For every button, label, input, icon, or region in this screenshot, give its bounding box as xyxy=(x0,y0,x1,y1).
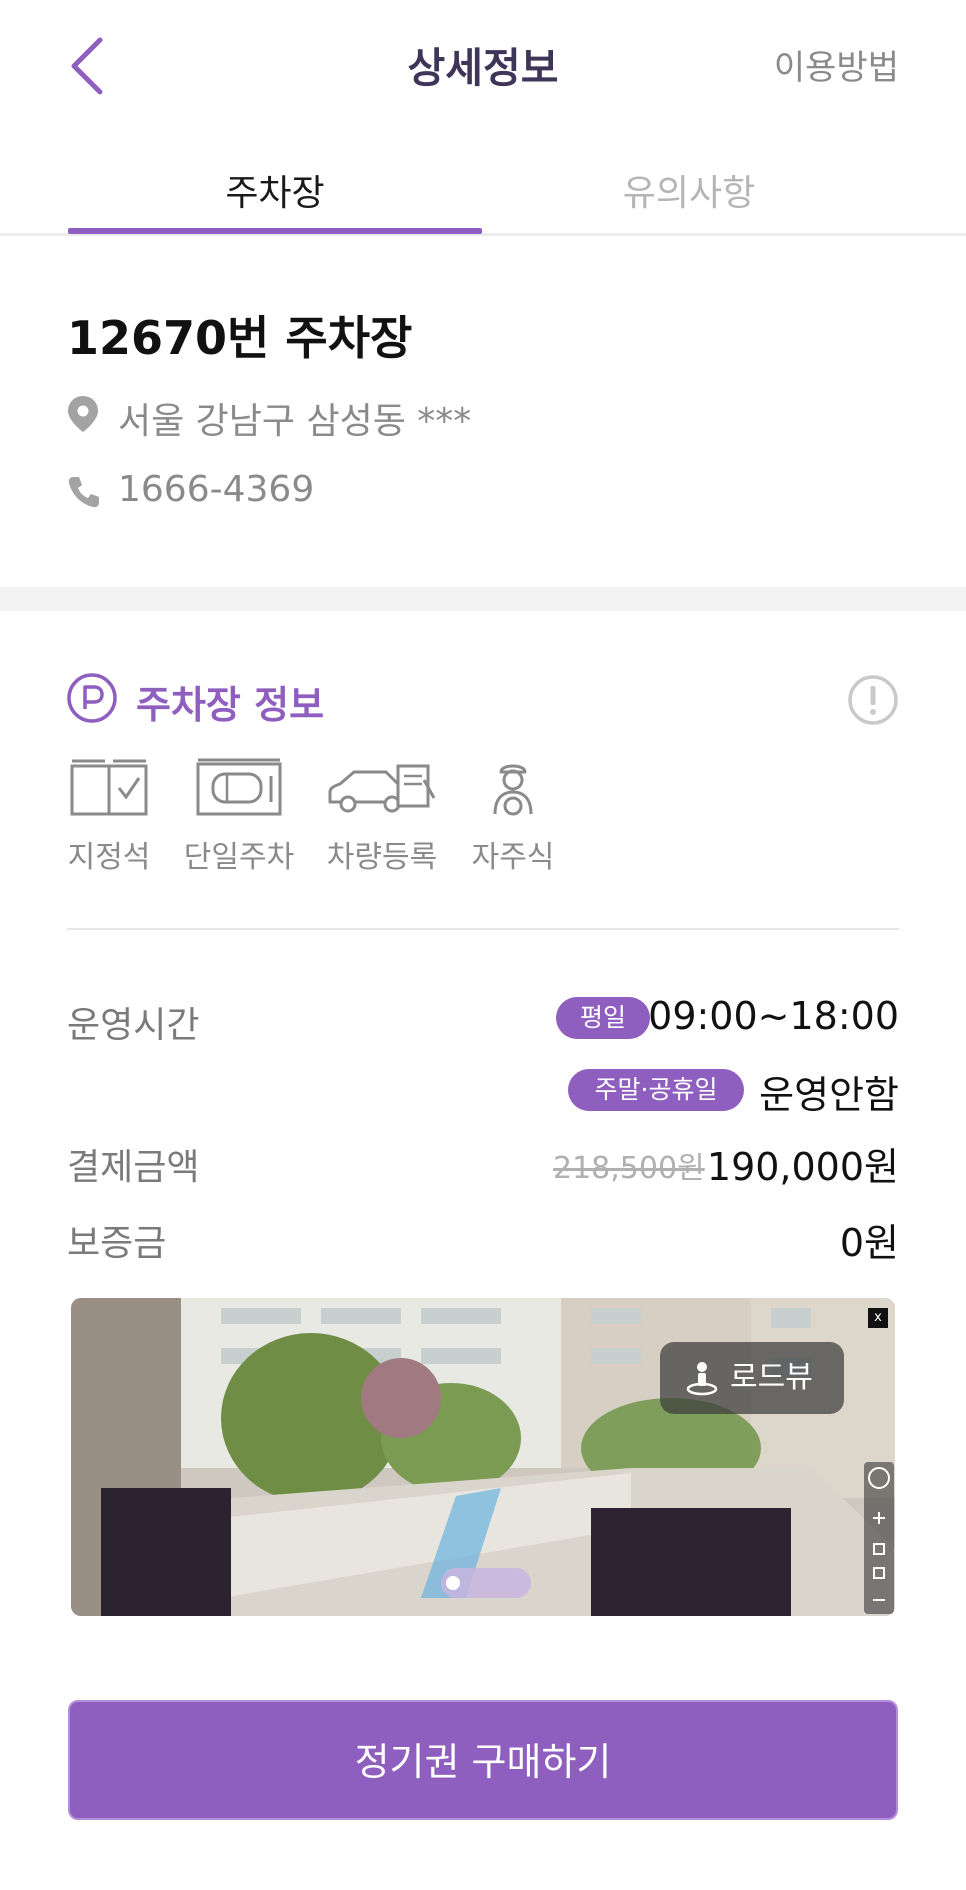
original-price: 218,500원 xyxy=(553,1151,705,1186)
location-pin-icon xyxy=(68,396,98,432)
feature-label: 단일주차 xyxy=(183,840,295,875)
weekday-badge: 평일 xyxy=(556,997,650,1039)
roadview-button[interactable]: 로드뷰 xyxy=(660,1342,844,1414)
operating-hours-label: 운영시간 xyxy=(67,1005,200,1046)
compass-icon xyxy=(868,1467,890,1601)
buy-pass-button[interactable]: 정기권 구매하기 xyxy=(68,1700,898,1820)
reserved-seat-icon xyxy=(70,759,148,816)
section-title: 주차장 정보 xyxy=(136,683,325,727)
active-tab-indicator xyxy=(68,228,482,234)
feature-label: 지정석 xyxy=(67,840,151,875)
parking-lot-name: 12670번 주차장 xyxy=(67,311,413,365)
divider xyxy=(67,928,899,930)
tab-parking-lot[interactable]: 주차장 xyxy=(68,164,482,216)
top-bar: 상세정보 이용방법 xyxy=(0,0,966,125)
section-separator xyxy=(0,587,966,611)
feature-reserved-seat: 지정석 xyxy=(66,758,152,876)
phone-number[interactable]: 1666-4369 xyxy=(118,469,314,510)
parking-p-icon xyxy=(67,673,117,723)
tab-notices[interactable]: 유의사항 xyxy=(482,164,896,216)
self-parking-icon xyxy=(493,764,533,816)
vehicle-registration-icon xyxy=(328,764,436,813)
weekday-hours: 09:00~18:00 xyxy=(648,994,899,1038)
address-text: 서울 강남구 삼성동 *** xyxy=(118,401,472,442)
weekend-hours: 운영안함 xyxy=(759,1073,899,1117)
how-to-use-link[interactable]: 이용방법 xyxy=(774,40,899,89)
single-parking-icon xyxy=(196,758,282,816)
sale-price: 190,000원 xyxy=(706,1145,899,1189)
close-photo-button[interactable]: x xyxy=(868,1308,888,1328)
person-pin-icon xyxy=(686,1362,718,1396)
payment-amount-label: 결제금액 xyxy=(67,1147,200,1188)
deposit-label: 보증금 xyxy=(67,1223,167,1264)
roadview-label: 로드뷰 xyxy=(730,1360,813,1395)
alert-info-icon[interactable] xyxy=(847,674,899,726)
feature-label: 차량등록 xyxy=(326,840,438,875)
feature-label: 자주식 xyxy=(471,840,555,875)
phone-icon xyxy=(68,477,99,508)
weekend-badge: 주말·공휴일 xyxy=(568,1069,744,1111)
map-controls[interactable] xyxy=(864,1462,894,1614)
feature-vehicle-registration: 차량등록 xyxy=(324,758,440,876)
feature-self-parking: 자주식 xyxy=(470,758,556,876)
deposit-value: 0원 xyxy=(839,1221,899,1265)
tab-bar: 주차장 유의사항 xyxy=(0,150,966,236)
feature-single-parking: 단일주차 xyxy=(182,758,296,876)
